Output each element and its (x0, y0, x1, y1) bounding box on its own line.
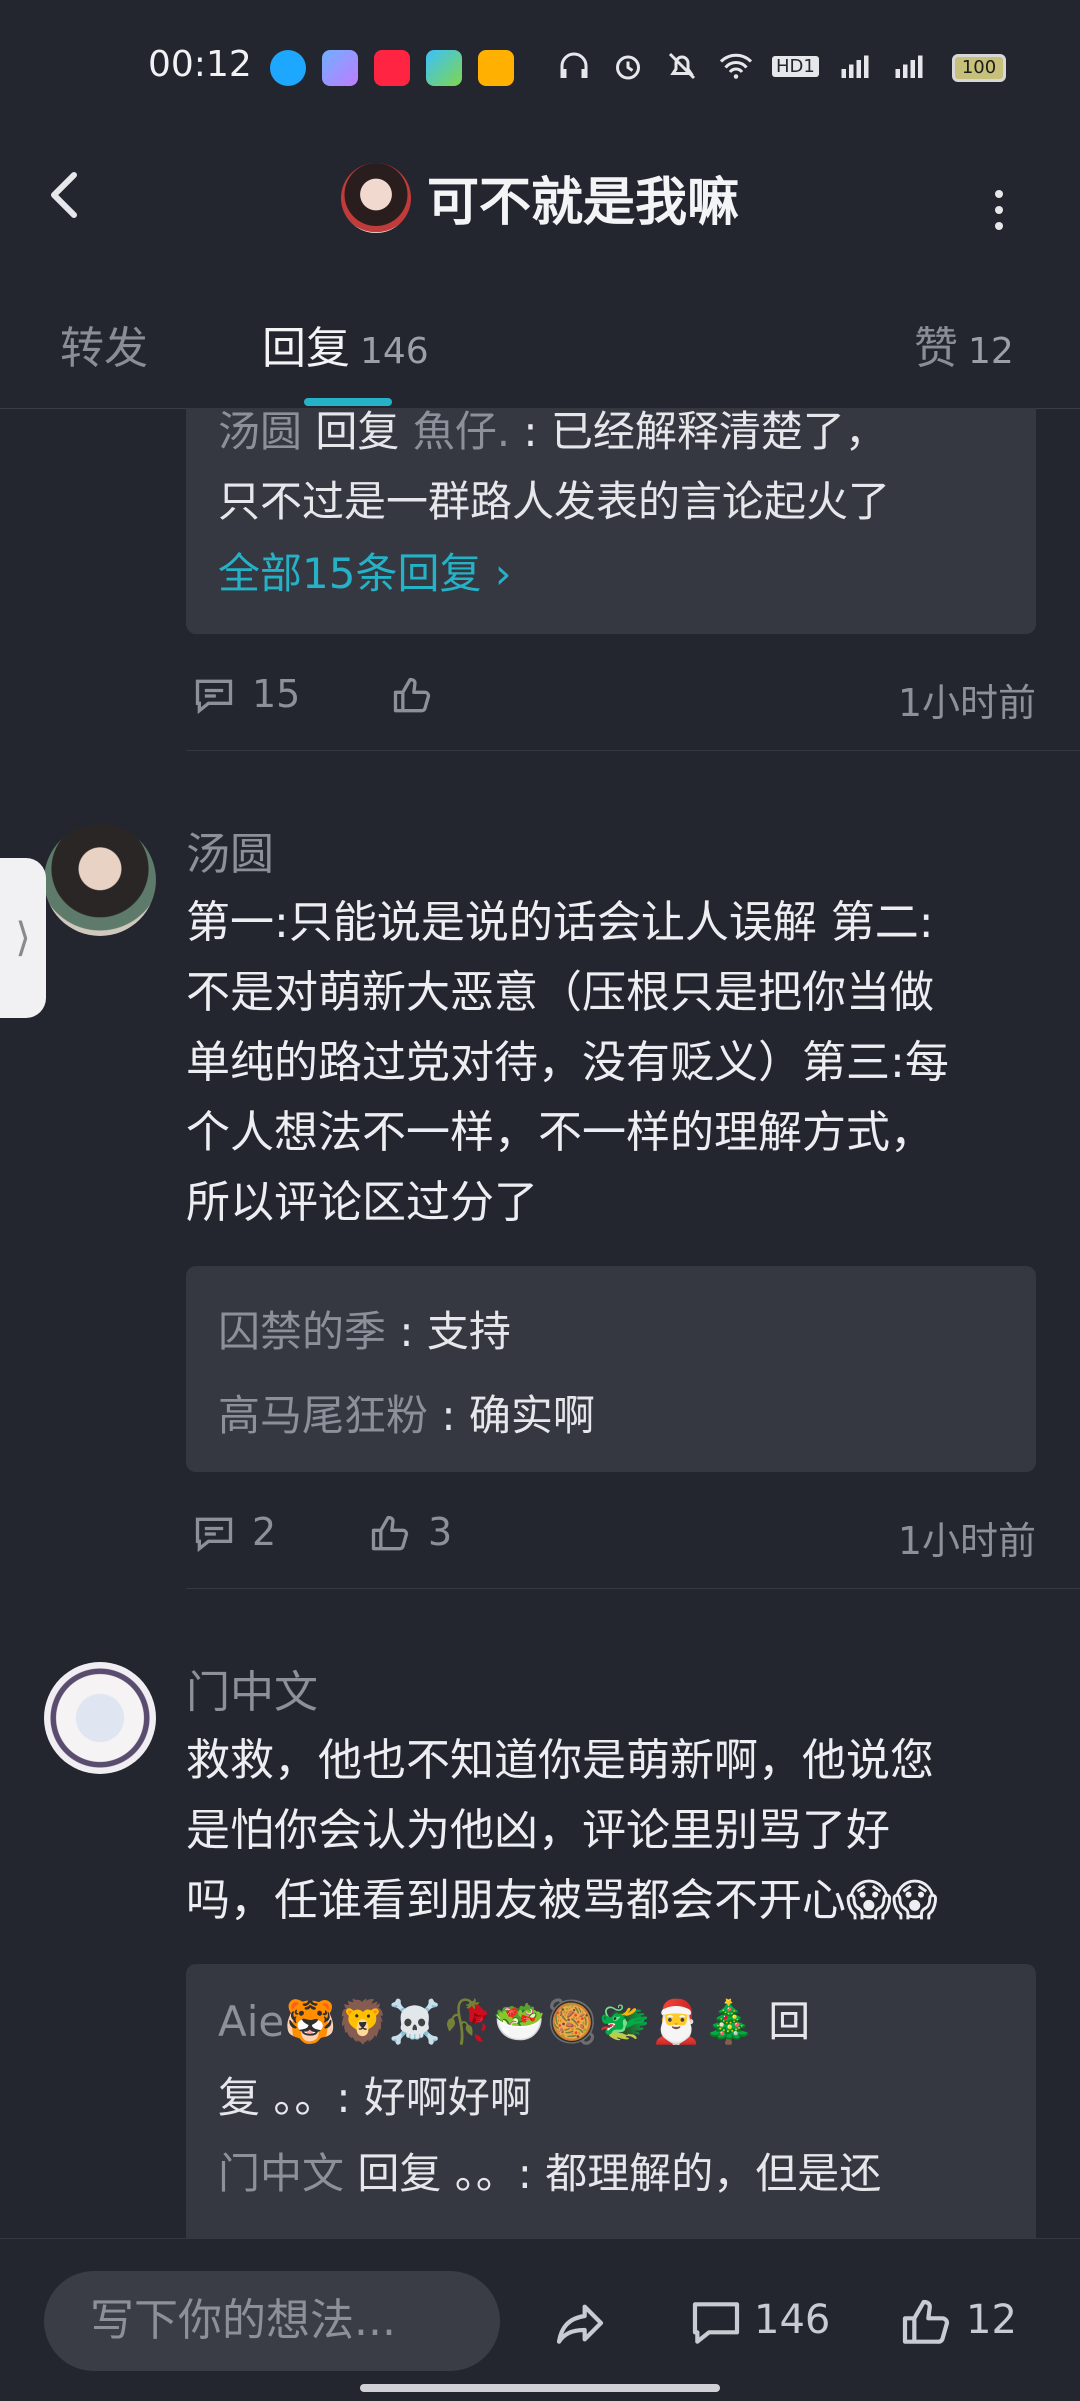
reply-verb: 回复 (302, 408, 413, 456)
clock: 00:12 (148, 44, 252, 85)
system-icons: HD1 (556, 48, 927, 84)
like-icon[interactable] (390, 674, 434, 718)
reply-text: 。。: 都理解的，但是还 (454, 2149, 882, 2198)
comment-meta: 15 1小时前 (186, 668, 1036, 728)
reply-line: 门中文 回复 。。: 都理解的，但是还 (218, 2140, 881, 2201)
user-avatar[interactable] (44, 824, 156, 936)
comment-line: 个人想法不一样，不一样的理解方式， (186, 1107, 934, 1158)
like-icon[interactable] (898, 2295, 954, 2351)
video-icon (426, 50, 462, 86)
reply-text: : 确实啊 (428, 1391, 595, 1440)
reply-author[interactable]: 门中文 (218, 2149, 344, 2198)
comment-icon[interactable] (688, 2295, 744, 2351)
comment-author[interactable]: 门中文 (186, 1656, 318, 1720)
reply-line: 高马尾狂粉 : 确实啊 (218, 1382, 595, 1443)
tab-like-count: 12 (968, 331, 1014, 372)
divider (186, 750, 1080, 751)
comment-line: 是怕你会认为他凶，评论里别骂了好 (186, 1805, 890, 1856)
notification-icons (270, 50, 514, 86)
comment-line: 不是对萌新大恶意（压根只是把你当做 (186, 967, 934, 1018)
tab-like-label: 赞 (914, 323, 958, 374)
comment-like-count: 3 (428, 1510, 453, 1554)
tab-forward[interactable]: 转发 (60, 312, 148, 376)
reply-line: 只不过是一群路人发表的言论起火了 (218, 477, 891, 526)
like-count: 12 (966, 2297, 1017, 2343)
signal-3g-icon (895, 55, 923, 78)
comment-line: 单纯的路过党对待，没有贬义）第三:每 (186, 1037, 949, 1088)
reply-line: 汤圆 回复 魚仔. : 已经解释清楚了， (218, 408, 887, 459)
qq-icon (270, 50, 306, 86)
status-bar: 00:12 HD1 100 (0, 0, 1080, 140)
reply-text: : 支持 (386, 1307, 511, 1356)
tab-reply-label: 回复 (262, 323, 350, 374)
comment-author[interactable]: 汤圆 (186, 818, 274, 882)
comment-time: 1小时前 (897, 1519, 1036, 1563)
comment-body[interactable]: 救救，他也不知道你是萌新啊，他说您 是怕你会认为他凶，评论里别骂了好 吗，任谁看… (186, 1726, 1036, 1936)
active-tab-indicator (304, 398, 392, 406)
weibo-icon (478, 50, 514, 86)
reply-verb: 回 (754, 1997, 811, 2046)
reply-author[interactable]: 汤圆 (218, 408, 302, 456)
comment-body[interactable]: 第一:只能说是说的话会让人误解 第二: 不是对萌新大恶意（压根只是把你当做 单纯… (186, 888, 1036, 1238)
reply-line: Aie🐯🦁☠️🥀🥗🥘🐲🎅🎄 回 (218, 1988, 810, 2049)
comment-icon[interactable] (192, 674, 236, 718)
reply-verb: 回复 (344, 2149, 455, 2198)
comment-time: 1小时前 (897, 681, 1036, 725)
comment-input[interactable]: 写下你的想法... (44, 2271, 500, 2371)
reply-author[interactable]: 囚禁的季 (218, 1307, 386, 1356)
reply-preview-box[interactable]: 汤圆 回复 魚仔. : 已经解释清楚了， 只不过是一群路人发表的言论起火了 全部… (186, 408, 1036, 634)
reply-target[interactable]: 魚仔. (413, 408, 510, 456)
tab-forward-label: 转发 (60, 323, 148, 374)
comment-count: 146 (754, 2297, 831, 2343)
wifi-icon (719, 53, 753, 79)
reply-author[interactable]: 高马尾狂粉 (218, 1391, 428, 1440)
share-icon[interactable] (552, 2295, 608, 2351)
divider (186, 1588, 1080, 1589)
title-group: 可不就是我嘛 (0, 160, 1080, 235)
title-bar: 可不就是我嘛 (0, 140, 1080, 260)
comment-list[interactable]: ⟩ 汤圆 回复 魚仔. : 已经解释清楚了， 只不过是一群路人发表的言论起火了 … (0, 408, 1080, 2238)
signal-4g-icon (841, 55, 869, 78)
tab-reply-count: 146 (360, 331, 429, 372)
tab-like[interactable]: 赞 12 (914, 312, 1014, 376)
home-indicator[interactable] (360, 2384, 720, 2392)
comment-icon[interactable] (192, 1512, 236, 1556)
reply-line: 复 。。: 好啊好啊 (218, 2073, 532, 2122)
comment-reply-count: 15 (252, 672, 301, 716)
browser-icon (322, 50, 358, 86)
comment-line: 第一:只能说是说的话会让人误解 第二: (186, 897, 934, 948)
alarm-icon (616, 55, 640, 80)
page-title: 可不就是我嘛 (426, 173, 739, 233)
reply-text: : 已经解释清楚了， (510, 408, 887, 456)
user-avatar[interactable] (44, 1662, 156, 1774)
comment-line: 吗，任谁看到朋友被骂都会不开心😱😱 (186, 1875, 938, 1926)
tab-bar: 转发 回复 146 赞 12 (0, 280, 1080, 409)
headphones-icon (560, 52, 588, 78)
bottom-action-bar: 写下你的想法... 146 12 (0, 2238, 1080, 2401)
xiaohongshu-icon (374, 50, 410, 86)
reply-author[interactable]: Aie🐯🦁☠️🥀🥗🥘🐲🎅🎄 (218, 1997, 755, 2046)
comment-meta: 2 3 1小时前 (186, 1506, 1036, 1566)
view-all-replies-link[interactable]: 全部15条回复 › (218, 540, 512, 601)
mute-bell-icon (668, 52, 696, 80)
reply-preview-box[interactable]: 囚禁的季 : 支持 高马尾狂粉 : 确实啊 (186, 1266, 1036, 1472)
reply-preview-box[interactable]: Aie🐯🦁☠️🥀🥗🥘🐲🎅🎄 回 复 。。: 好啊好啊 门中文 回复 。。: 都理… (186, 1964, 1036, 2238)
comment-line: 救救，他也不知道你是萌新啊，他说您 (186, 1735, 934, 1786)
comment-reply-count: 2 (252, 1510, 277, 1554)
side-drawer-handle[interactable]: ⟩ (0, 858, 46, 1018)
tab-reply[interactable]: 回复 146 (262, 312, 429, 376)
more-vertical-icon[interactable] (984, 180, 1014, 240)
battery-icon: 100 (952, 54, 1006, 82)
comment-line: 所以评论区过分了 (186, 1177, 538, 1228)
like-icon[interactable] (368, 1512, 412, 1556)
author-avatar[interactable] (340, 162, 411, 233)
hd-badge: HD1 (772, 55, 819, 77)
reply-line: 囚禁的季 : 支持 (218, 1298, 511, 1359)
